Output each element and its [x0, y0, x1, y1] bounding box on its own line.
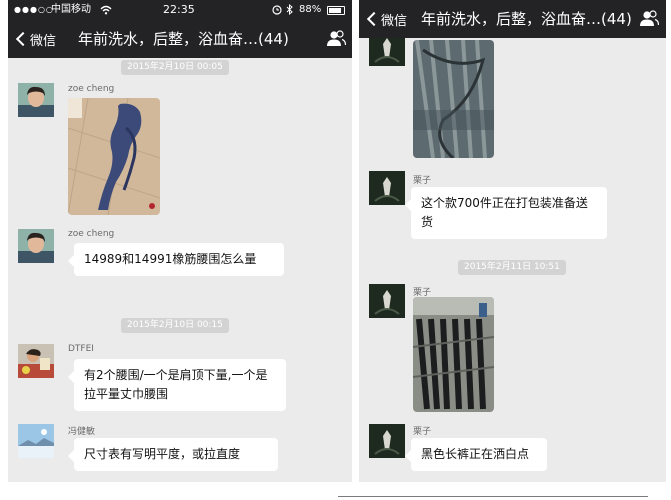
sender-name: 栗子 [413, 176, 432, 186]
message-bubble[interactable]: 这个款700件正在打包装准备送货 [405, 187, 607, 239]
avatar[interactable] [369, 284, 405, 318]
message-bubble[interactable]: 黑色长裤正在洒白点 [405, 438, 547, 471]
carrier-name: 中国移动 [51, 4, 91, 15]
status-bar: ●●●○○ 中国移动 22:35 88% [8, 0, 352, 20]
contacts-icon[interactable] [326, 30, 347, 48]
battery-fill [329, 8, 341, 13]
back-chevron-icon [15, 31, 31, 47]
nav-bar: 微信 年前洗水，后整，浴血奋…(44) [8, 20, 352, 58]
chat-screen-left: ●●●○○ 中国移动 22:35 88% 微信 年前洗水，后整，浴血奋…(44)… [8, 0, 352, 482]
avatar[interactable] [369, 171, 405, 205]
sender-name: 栗子 [413, 427, 432, 437]
nav-bar: 微信 年前洗水，后整，浴血奋…(44) [359, 0, 666, 38]
photo-message[interactable] [68, 98, 160, 215]
battery-percent: 88% [299, 4, 322, 15]
avatar[interactable] [369, 424, 405, 458]
back-button[interactable]: 微信 [12, 20, 56, 58]
back-label: 微信 [381, 13, 408, 29]
divider [338, 496, 648, 497]
back-button[interactable]: 微信 [363, 0, 407, 38]
message-bubble[interactable]: 14989和14991橡筋腰围怎么量 [68, 243, 284, 276]
back-chevron-icon [366, 11, 382, 27]
avatar[interactable] [18, 424, 54, 458]
timestamp: 2015年2月10日 00:15 [121, 318, 229, 333]
battery-icon [327, 6, 345, 15]
contacts-icon[interactable] [639, 10, 660, 28]
message-bubble[interactable]: 尺寸表有写明平度，或拉直度 [68, 438, 278, 471]
sender-name: zoe cheng [68, 229, 115, 239]
chat-title: 年前洗水，后整，浴血奋…(44) [78, 30, 289, 48]
sender-name: 冯健敏 [68, 427, 96, 437]
chat-screen-right: 微信 年前洗水，后整，浴血奋…(44) 栗子 这个款700件正在打包装准备送货 … [359, 0, 666, 482]
photo-message[interactable] [413, 297, 494, 412]
signal-strength: ●●●○○ [14, 5, 54, 14]
clock: 22:35 [163, 3, 195, 16]
timestamp: 2015年2月10日 00:05 [121, 60, 229, 75]
message-bubble[interactable]: 有2个腰围/一个是肩顶下量,一个是拉平量丈巾腰围 [68, 359, 286, 411]
timestamp: 2015年2月11日 10:51 [458, 260, 566, 275]
back-label: 微信 [30, 33, 57, 49]
avatar[interactable] [18, 229, 54, 263]
sender-name: zoe cheng [68, 84, 115, 94]
sender-name: DTFEI [68, 344, 94, 354]
avatar[interactable] [18, 83, 54, 117]
photo-message[interactable] [413, 40, 494, 158]
avatar[interactable] [18, 344, 54, 378]
chat-title: 年前洗水，后整，浴血奋…(44) [421, 10, 632, 28]
